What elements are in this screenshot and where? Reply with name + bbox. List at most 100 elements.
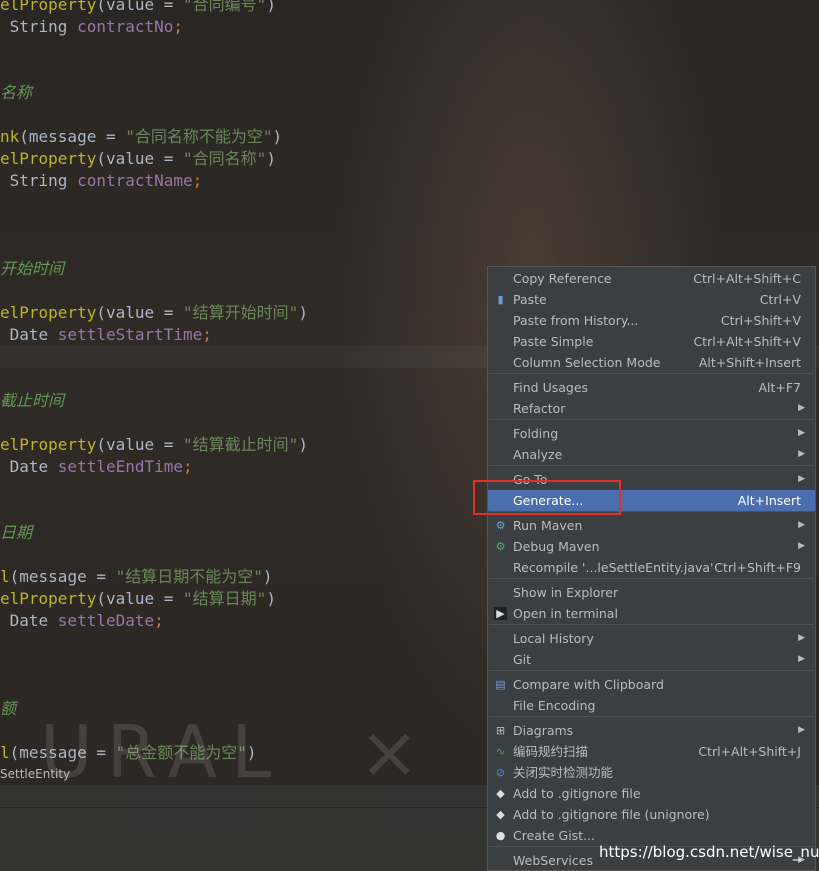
menu-item-label: Paste Simple <box>513 334 594 349</box>
chevron-right-icon: ▶ <box>798 520 805 530</box>
menu-item-folding[interactable]: Folding ▶ <box>488 423 815 444</box>
menu-item-add-to-gitignore-file[interactable]: ◆ Add to .gitignore file <box>488 783 815 804</box>
code-semicolon: ; <box>183 457 193 476</box>
menu-item-compare-with-clipboard[interactable]: ▤ Compare with Clipboard <box>488 674 815 695</box>
code-punctuation: (message = <box>9 567 116 586</box>
chevron-right-icon: ▶ <box>798 474 805 484</box>
menu-item-label: Local History <box>513 631 594 646</box>
menu-item-shortcut: Ctrl+V <box>759 292 801 307</box>
code-type: String <box>0 171 78 190</box>
menu-item-label: 关闭实时检测功能 <box>513 765 614 780</box>
code-string: "结算开始时间" <box>183 303 299 322</box>
background-watermark: URAL × L <box>40 710 562 794</box>
code-field: settleStartTime <box>57 325 203 344</box>
menu-item-file-encoding[interactable]: File Encoding <box>488 695 815 716</box>
code-field: contractName <box>77 171 193 190</box>
menu-item-find-usages[interactable]: Find Usages Alt+F7 <box>488 377 815 398</box>
menu-separator <box>489 716 814 717</box>
menu-item-label: Create Gist... <box>513 828 596 843</box>
menu-item-shortcut: Ctrl+Shift+V <box>720 313 801 328</box>
code-semicolon: ; <box>154 611 164 630</box>
code-line: l(message = "结算日期不能为空") <box>0 566 273 588</box>
menu-item-add-to-gitignore-file-unignore[interactable]: ◆ Add to .gitignore file (unignore) <box>488 804 815 825</box>
code-punctuation: ) <box>266 0 276 14</box>
code-line: 额 <box>0 698 16 720</box>
chevron-right-icon: ▶ <box>798 428 805 438</box>
code-line: 日期 <box>0 522 32 544</box>
code-annotation: l <box>0 567 10 586</box>
menu-item-run-maven[interactable]: ⚙ Run Maven ▶ <box>488 515 815 536</box>
menu-item-column-selection-mode[interactable]: Column Selection Mode Alt+Shift+Insert <box>488 352 815 373</box>
menu-item-shortcut: Alt+Insert <box>737 493 801 508</box>
code-comment: 日期 <box>0 523 33 542</box>
code-line: 截止时间 <box>0 390 64 412</box>
code-line: elProperty(value = "结算日期") <box>0 588 276 610</box>
code-line: Date settleEndTime; <box>0 456 193 478</box>
menu-item-refactor[interactable]: Refactor ▶ <box>488 398 815 419</box>
chevron-right-icon: ▶ <box>798 725 805 735</box>
scan-icon: ∿ <box>495 745 506 758</box>
code-punctuation: (message = <box>19 127 126 146</box>
code-string: "结算截止时间" <box>183 435 299 454</box>
menu-separator <box>489 670 814 671</box>
code-string: "合同编号" <box>183 0 267 14</box>
code-string: "结算日期" <box>183 589 267 608</box>
chevron-right-icon: ▶ <box>798 633 805 643</box>
menu-item-label: Find Usages <box>513 380 589 395</box>
menu-item-copy-reference[interactable]: Copy Reference Ctrl+Alt+Shift+C <box>488 268 815 289</box>
menu-item-label: Add to .gitignore file (unignore) <box>513 807 710 822</box>
code-comment: 名称 <box>0 83 33 102</box>
menu-item-paste[interactable]: ▮ Paste Ctrl+V <box>488 289 815 310</box>
gitignore-icon: ◆ <box>496 787 505 800</box>
code-comment: 截止时间 <box>0 391 65 410</box>
gitignore-icon: ◆ <box>496 808 505 821</box>
menu-separator <box>489 419 814 420</box>
menu-item-shortcut: Ctrl+Shift+F9 <box>714 560 801 575</box>
menu-item-recompile-lesettleentity-java[interactable]: Recompile '...leSettleEntity.java' Ctrl+S… <box>488 557 815 578</box>
compare-icon: ▤ <box>495 678 506 691</box>
menu-item-analyze[interactable]: Analyze ▶ <box>488 444 815 465</box>
menu-item-shortcut: Alt+F7 <box>758 380 801 395</box>
code-comment: 开始时间 <box>0 259 65 278</box>
menu-item-item-22[interactable]: ⊘ 关闭实时检测功能 <box>488 762 815 783</box>
menu-item-label: Column Selection Mode <box>513 355 661 370</box>
menu-item-label: Add to .gitignore file <box>513 786 641 801</box>
menu-item-label: WebServices <box>513 853 593 868</box>
chevron-right-icon: ▶ <box>798 654 805 664</box>
menu-item-local-history[interactable]: Local History ▶ <box>488 628 815 649</box>
breadcrumb[interactable]: SettleEntity <box>0 763 70 785</box>
code-line: elProperty(value = "结算开始时间") <box>0 302 308 324</box>
code-line: Date settleDate; <box>0 610 164 632</box>
code-line: Date settleStartTime; <box>0 324 212 346</box>
code-type: Date <box>0 457 58 476</box>
code-annotation: l <box>0 743 10 762</box>
chevron-right-icon: ▶ <box>798 403 805 413</box>
code-annotation: elProperty <box>0 149 97 168</box>
menu-item-open-in-terminal[interactable]: ▶ Open in terminal <box>488 603 815 624</box>
code-semicolon: ; <box>173 17 184 36</box>
code-semicolon: ; <box>202 325 212 344</box>
code-punctuation: ) <box>262 567 273 586</box>
chevron-right-icon: ▶ <box>798 449 805 459</box>
menu-item-diagrams[interactable]: ⊞ Diagrams ▶ <box>488 720 815 741</box>
menu-item-paste-simple[interactable]: Paste Simple Ctrl+Alt+Shift+V <box>488 331 815 352</box>
code-string: "结算日期不能为空" <box>115 567 263 586</box>
menu-item-label: File Encoding <box>513 698 596 713</box>
menu-item-paste-from-history[interactable]: Paste from History... Ctrl+Shift+V <box>488 310 815 331</box>
diagram-icon: ⊞ <box>495 724 506 737</box>
clipboard-icon: ▮ <box>497 293 504 306</box>
menu-item-label: Refactor <box>513 401 566 416</box>
menu-item-git[interactable]: Git ▶ <box>488 649 815 670</box>
code-punctuation: (value = <box>96 303 184 322</box>
maven-debug-icon: ⚙ <box>495 540 506 553</box>
menu-item-debug-maven[interactable]: ⚙ Debug Maven ▶ <box>488 536 815 557</box>
menu-item-show-in-explorer[interactable]: Show in Explorer <box>488 582 815 603</box>
code-punctuation: ) <box>266 589 276 608</box>
menu-item-label: Folding <box>513 426 559 441</box>
menu-item-label: Paste from History... <box>513 313 639 328</box>
menu-item-label: Copy Reference <box>513 271 612 286</box>
code-punctuation: ) <box>298 303 308 322</box>
context-menu: Copy Reference Ctrl+Alt+Shift+C ▮ Paste Ctrl… <box>487 266 816 871</box>
menu-item-label: Diagrams <box>513 723 574 738</box>
menu-item-item-21[interactable]: ∿ 编码规约扫描 Ctrl+Alt+Shift+J <box>488 741 815 762</box>
